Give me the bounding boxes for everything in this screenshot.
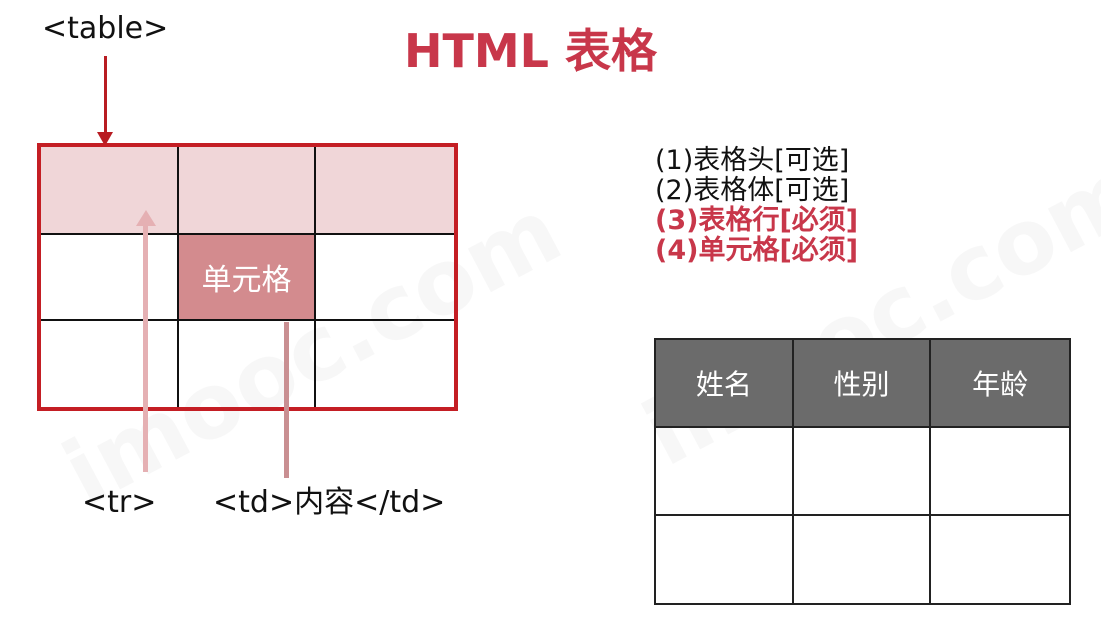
diagram-cell — [179, 321, 317, 407]
tr-tag-label: <tr> — [82, 485, 157, 520]
tr-arrow-head — [136, 210, 156, 226]
table-cell — [656, 428, 794, 516]
table-header-cell: 性别 — [793, 340, 932, 428]
diagram-head-cell — [316, 147, 454, 235]
table-cell — [931, 428, 1069, 516]
table-header-cell: 姓名 — [656, 340, 794, 428]
td-pointer-line — [284, 322, 289, 478]
list-item: (2)表格体[可选] — [655, 175, 850, 206]
list-item-required: (3)表格行[必须] — [655, 205, 859, 236]
table-header-cell: 年龄 — [931, 340, 1069, 428]
diagram-highlight-cell: 单元格 — [178, 235, 317, 321]
table-cell — [931, 516, 1069, 604]
diagram-cell — [316, 235, 454, 321]
table-parts-list: (1)表格头[可选] (2)表格体[可选] (3)表格行[必须] (4)单元格[… — [655, 146, 858, 266]
diagram-cell — [41, 235, 179, 321]
td-tag-label: <td>内容</td> — [213, 485, 446, 520]
table-cell — [793, 428, 932, 516]
diagram-cell — [41, 321, 179, 407]
list-item-required: (4)单元格[必须] — [655, 235, 859, 266]
example-table: 姓名 性别 年龄 — [654, 338, 1071, 605]
tr-arrow-shaft — [143, 224, 148, 472]
table-cell — [794, 515, 932, 603]
diagram-head-cell — [178, 147, 317, 235]
diagram-head-cell — [41, 147, 179, 235]
page-title: HTML 表格 — [404, 24, 657, 78]
table-diagram: 单元格 — [37, 143, 458, 411]
table-tag-label: <table> — [42, 11, 169, 46]
diagram-cell — [316, 321, 454, 407]
table-cell — [656, 515, 794, 603]
list-item: (1)表格头[可选] — [655, 145, 850, 176]
table-arrow-shaft — [104, 56, 107, 134]
